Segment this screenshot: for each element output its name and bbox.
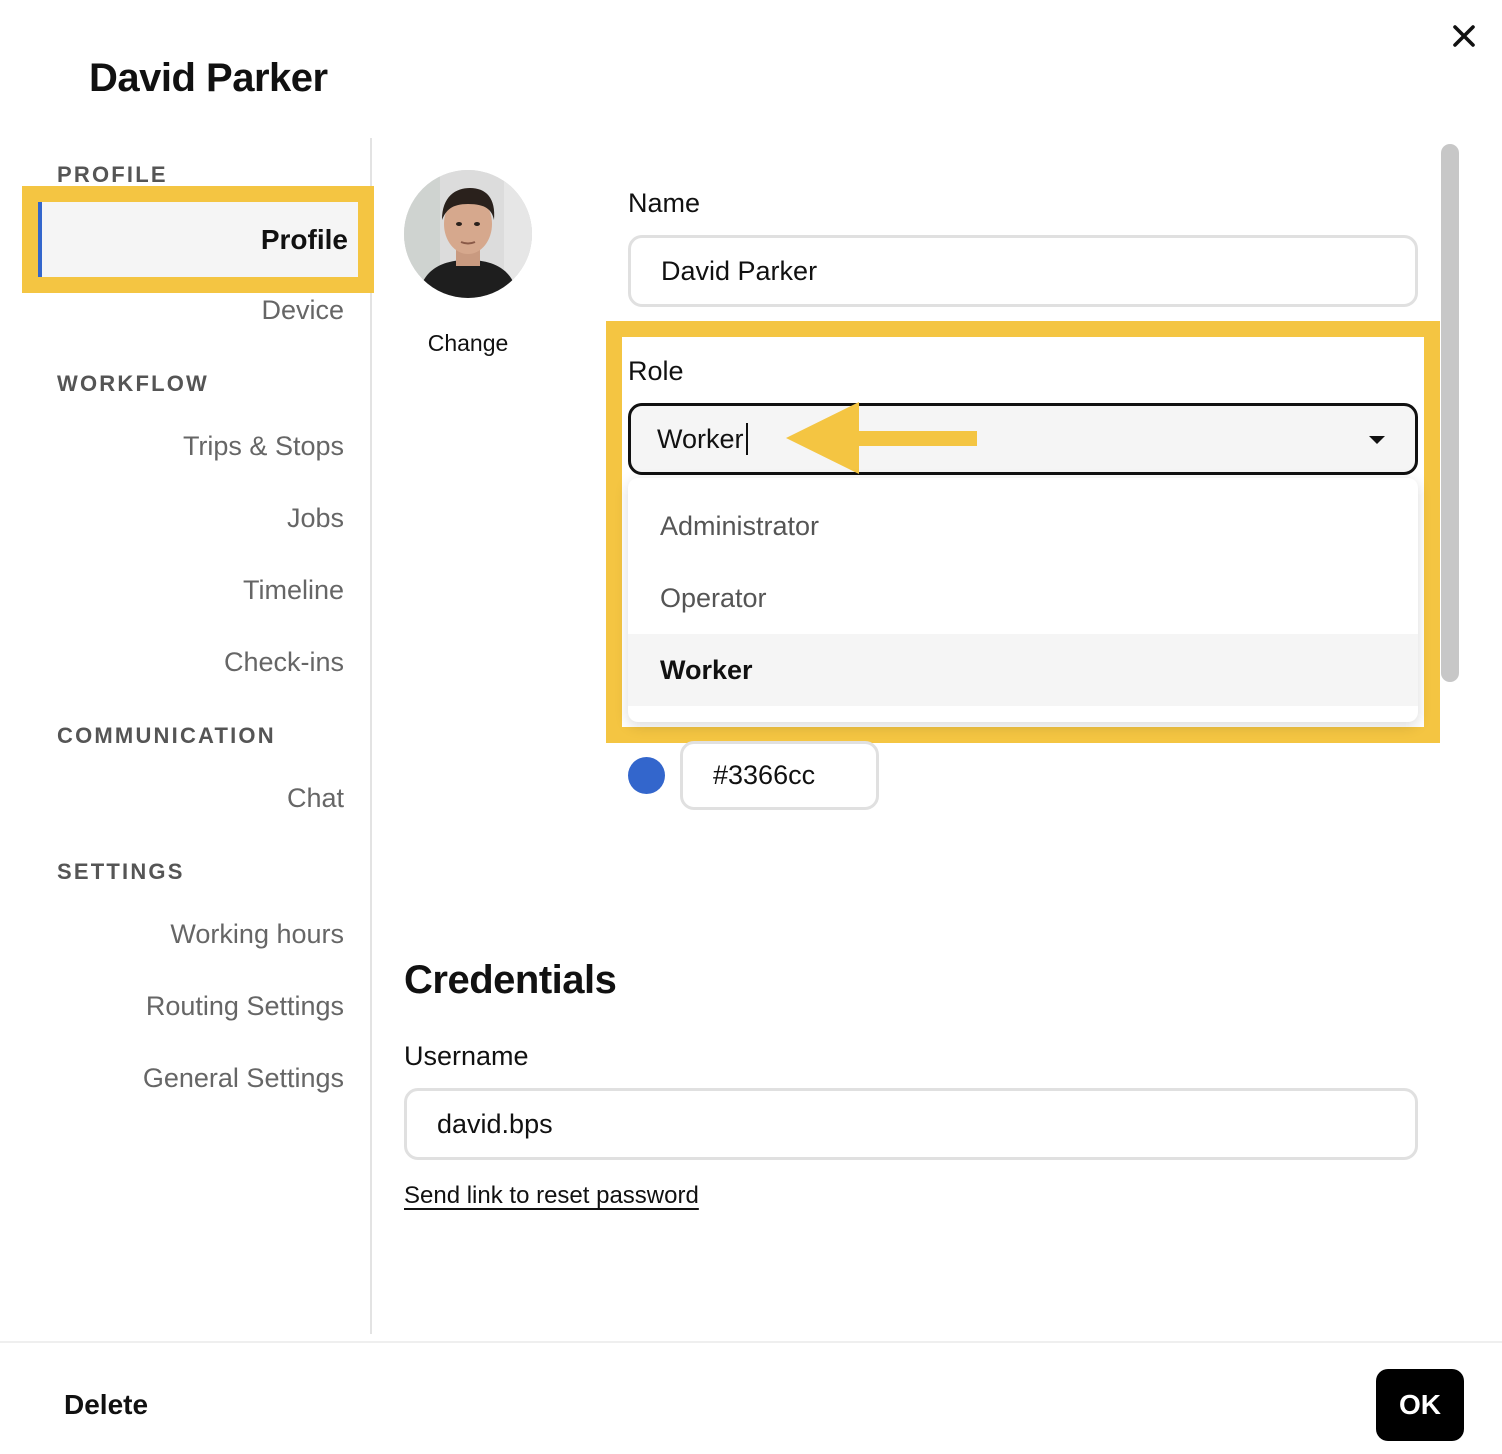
sidebar-item-working-hours[interactable]: Working hours	[170, 919, 344, 950]
chevron-down-icon[interactable]	[1369, 436, 1385, 444]
role-option-administrator[interactable]: Administrator	[628, 490, 1418, 562]
sidebar-section-settings: SETTINGS	[57, 859, 185, 884]
scrollbar-thumb[interactable]	[1441, 144, 1459, 682]
delete-button[interactable]: Delete	[64, 1389, 148, 1421]
name-label: Name	[628, 188, 701, 218]
sidebar-item-general-settings[interactable]: General Settings	[143, 1063, 344, 1094]
arrow-left-icon	[786, 402, 977, 474]
dialog-footer: Delete OK	[0, 1341, 1502, 1454]
role-label: Role	[628, 356, 684, 386]
color-hex-input[interactable]: #3366cc	[680, 741, 879, 810]
username-label: Username	[404, 1041, 529, 1071]
sidebar-item-device[interactable]: Device	[261, 295, 344, 326]
name-input[interactable]: David Parker	[628, 235, 1418, 307]
close-button[interactable]	[1444, 18, 1484, 54]
avatar-photo	[404, 170, 532, 298]
sidebar-item-profile[interactable]: Profile	[38, 202, 358, 277]
role-select-value: Worker	[657, 423, 744, 454]
close-icon	[1453, 25, 1475, 47]
sidebar-section-profile: PROFILE	[57, 162, 168, 187]
role-option-operator[interactable]: Operator	[628, 562, 1418, 634]
change-avatar-link[interactable]: Change	[404, 330, 532, 357]
sidebar-section-communication: COMMUNICATION	[57, 723, 276, 748]
ok-button[interactable]: OK	[1376, 1369, 1464, 1441]
sidebar-item-jobs[interactable]: Jobs	[287, 503, 344, 534]
sidebar-item-timeline[interactable]: Timeline	[243, 575, 344, 606]
active-item-highlight: Profile	[22, 186, 374, 293]
text-cursor	[745, 423, 748, 455]
sidebar-item-routing-settings[interactable]: Routing Settings	[146, 991, 344, 1022]
sidebar-item-trips-stops[interactable]: Trips & Stops	[183, 431, 344, 462]
sidebar-item-chat[interactable]: Chat	[287, 783, 344, 814]
credentials-title: Credentials	[404, 958, 617, 1002]
role-option-worker[interactable]: Worker	[628, 634, 1418, 706]
sidebar-section-workflow: WORKFLOW	[57, 371, 210, 396]
dialog-title: David Parker	[89, 56, 328, 100]
sidebar-nav: PROFILE Profile Device WORKFLOW Trips & …	[0, 138, 374, 1334]
role-dropdown-menu: Administrator Operator Worker	[628, 478, 1418, 722]
username-input[interactable]: david.bps	[404, 1088, 1418, 1160]
color-swatch[interactable]	[628, 757, 665, 794]
sidebar-item-check-ins[interactable]: Check-ins	[224, 647, 344, 678]
role-select[interactable]: Worker	[628, 403, 1418, 475]
avatar	[404, 170, 532, 298]
reset-password-link[interactable]: Send link to reset password	[404, 1182, 699, 1210]
